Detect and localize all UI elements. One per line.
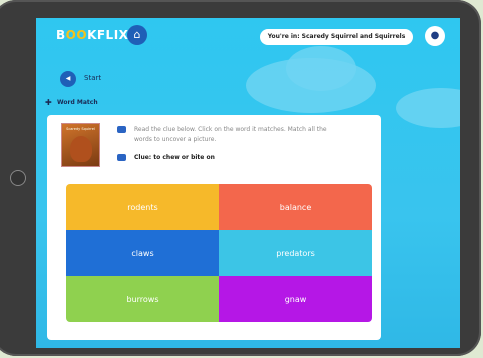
user-icon[interactable]: ● <box>425 26 445 46</box>
clue-text: Clue: to chew or bite on <box>134 154 215 161</box>
word-grid: rodents balance claws predators burrows … <box>66 184 372 322</box>
home-icon[interactable]: ⌂ <box>127 25 147 45</box>
book-cover-title: Scaredy Squirrel <box>66 127 95 131</box>
squirrel-image <box>70 136 92 162</box>
puzzle-icon: ✚ <box>45 98 52 107</box>
logo-text: OO <box>65 28 88 42</box>
game-title: Word Match <box>57 99 98 106</box>
bookflix-logo[interactable]: BOOKFLIX <box>56 28 128 42</box>
top-bar: BOOKFLIX ⌂ You're in: Scaredy Squirrel a… <box>36 18 460 60</box>
book-cover-thumbnail: Scaredy Squirrel <box>61 123 100 167</box>
word-tile-balance[interactable]: balance <box>219 184 372 230</box>
word-tile-rodents[interactable]: rodents <box>66 184 219 230</box>
app-screen: BOOKFLIX ⌂ You're in: Scaredy Squirrel a… <box>36 18 460 348</box>
game-panel: Scaredy Squirrel Read the clue below. Cl… <box>47 115 381 340</box>
word-tile-claws[interactable]: claws <box>66 230 219 276</box>
speaker-icon[interactable] <box>117 154 126 161</box>
word-tile-predators[interactable]: predators <box>219 230 372 276</box>
tablet-home-button <box>10 170 26 186</box>
start-label: Start <box>84 74 102 82</box>
speaker-icon[interactable] <box>117 126 126 133</box>
location-label: You're in: Scaredy Squirrel and Squirrel… <box>260 29 413 45</box>
cloud-decoration <box>396 88 460 128</box>
logo-text: B <box>56 28 66 42</box>
instructions-text: Read the clue below. Click on the word i… <box>134 126 327 143</box>
tablet-frame: BOOKFLIX ⌂ You're in: Scaredy Squirrel a… <box>0 0 481 356</box>
word-tile-gnaw[interactable]: gnaw <box>219 276 372 322</box>
word-tile-burrows[interactable]: burrows <box>66 276 219 322</box>
back-arrow-icon: ◀ <box>60 71 76 87</box>
logo-text: KFLIX <box>87 28 129 42</box>
